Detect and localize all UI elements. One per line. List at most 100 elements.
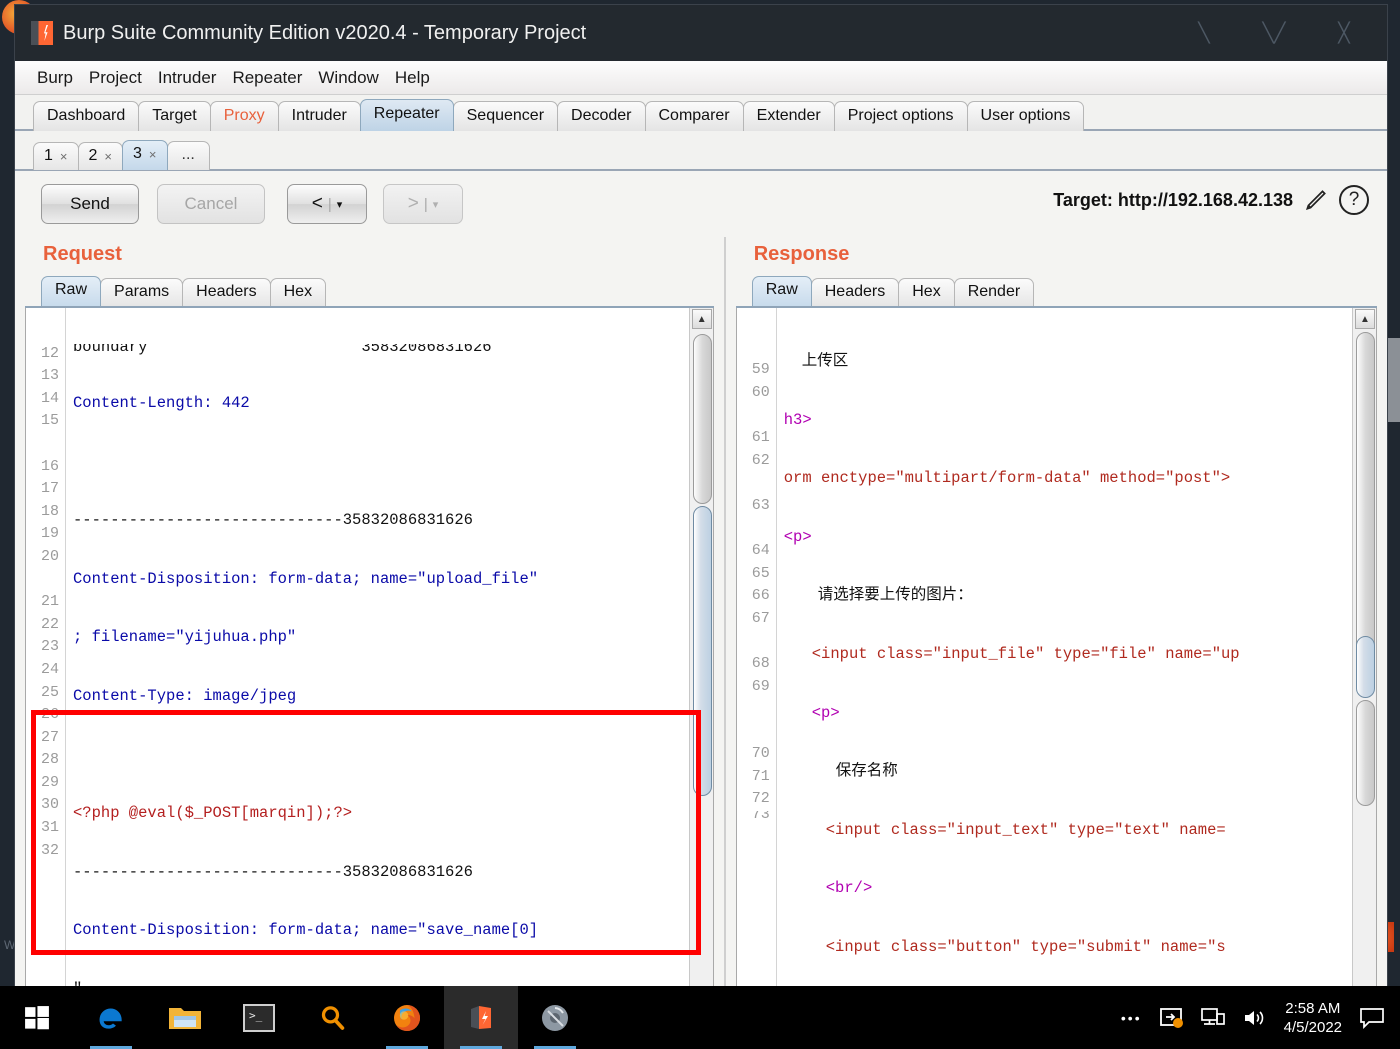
scroll-thumb-upper[interactable] — [692, 334, 712, 504]
taskbar-terminal[interactable]: >_ — [222, 986, 296, 1049]
back-arrow-icon: < — [311, 193, 323, 214]
main-tab-bar: Dashboard Target Proxy Intruder Repeater… — [15, 95, 1387, 131]
back-button[interactable]: < | ▾ — [287, 184, 367, 224]
tab-repeater[interactable]: Repeater — [359, 99, 454, 131]
close-button[interactable]: ╳ — [1329, 23, 1359, 45]
response-vertical-scrollbar[interactable]: ▲ ▼ — [1352, 308, 1376, 1049]
clock[interactable]: 2:58 AM 4/5/2022 — [1284, 999, 1342, 1037]
request-vertical-scrollbar[interactable]: ▲ ▼ — [688, 308, 713, 1049]
menu-item-help[interactable]: Help — [395, 68, 430, 88]
tab-user-options[interactable]: User options — [966, 101, 1085, 131]
tab-comparer[interactable]: Comparer — [644, 101, 744, 131]
line-number: 68 — [751, 654, 770, 672]
pencil-icon[interactable] — [1303, 187, 1329, 213]
tray-overflow-button[interactable]: ••• — [1121, 1010, 1142, 1026]
help-icon[interactable]: ? — [1339, 185, 1369, 215]
repeater-tab-bar: 1 × 2 × 3 × ... — [15, 131, 1387, 171]
taskbar-disc-app[interactable] — [518, 986, 592, 1049]
request-tab-headers[interactable]: Headers — [182, 278, 271, 306]
request-tab-hex[interactable]: Hex — [269, 278, 327, 306]
sync-icon[interactable] — [1158, 1005, 1184, 1031]
scroll-thumb[interactable] — [1356, 636, 1375, 698]
line-number: 22 — [40, 615, 59, 633]
tab-target[interactable]: Target — [138, 101, 211, 131]
tab-project-options[interactable]: Project options — [833, 101, 968, 131]
repeater-tab-more[interactable]: ... — [166, 141, 210, 170]
tab-intruder[interactable]: Intruder — [277, 101, 361, 131]
tab-proxy[interactable]: Proxy — [209, 101, 279, 131]
response-line: orm enctype="multipart/form-data" method… — [783, 469, 1231, 488]
tab-dashboard[interactable]: Dashboard — [33, 101, 140, 131]
repeater-tab-3[interactable]: 3 × — [122, 140, 168, 170]
svg-text:>_: >_ — [249, 1009, 263, 1022]
response-tab-render[interactable]: Render — [953, 278, 1035, 306]
burp-logo-icon — [471, 1005, 491, 1029]
request-tab-params[interactable]: Params — [100, 278, 184, 306]
line-number — [737, 721, 770, 744]
menu-item-intruder[interactable]: Intruder — [158, 68, 217, 88]
start-button[interactable] — [0, 986, 74, 1049]
minimize-button[interactable]: ╲ — [1189, 23, 1219, 45]
menu-item-repeater[interactable]: Repeater — [232, 68, 302, 88]
repeater-tab-1[interactable]: 1 × — [33, 142, 79, 170]
close-icon[interactable]: × — [60, 149, 68, 164]
scroll-thumb-upper[interactable] — [1356, 332, 1375, 687]
network-icon[interactable] — [1200, 1006, 1226, 1030]
line-number: 71 — [751, 767, 770, 785]
response-line: <input class="input_text" type="text" na… — [825, 820, 1226, 839]
tab-sequencer[interactable]: Sequencer — [452, 101, 559, 131]
close-icon[interactable]: × — [149, 147, 157, 162]
request-response-panes: Request Raw Params Headers Hex 12 13 14 … — [25, 237, 1377, 1049]
request-line — [73, 451, 689, 474]
line-number: 29 — [40, 773, 59, 791]
response-tab-raw[interactable]: Raw — [751, 276, 812, 306]
line-number: 30 — [40, 796, 59, 814]
taskbar-burp-suite[interactable] — [444, 986, 518, 1049]
scroll-up-icon[interactable]: ▲ — [1355, 309, 1375, 329]
line-number — [737, 517, 770, 540]
taskbar-search[interactable] — [296, 986, 370, 1049]
response-raw-text[interactable]: 上传区 h3> orm enctype="multipart/form-data… — [776, 308, 1352, 1049]
menu-item-window[interactable]: Window — [318, 68, 378, 88]
close-icon[interactable]: × — [104, 149, 112, 164]
tab-decoder[interactable]: Decoder — [557, 101, 646, 131]
line-number: 15 — [40, 412, 59, 430]
request-line: -----------------------------35832086831… — [73, 862, 473, 881]
notification-icon[interactable] — [1358, 1006, 1386, 1030]
edge-browser-icon — [99, 1008, 122, 1029]
response-line: <p> — [811, 703, 840, 722]
request-tab-raw[interactable]: Raw — [41, 276, 102, 306]
line-number: 18 — [40, 502, 59, 520]
repeater-tab-2[interactable]: 2 × — [77, 142, 123, 170]
pane-splitter[interactable] — [714, 237, 736, 1049]
taskbar-firefox[interactable] — [370, 986, 444, 1049]
scroll-thumb[interactable] — [692, 506, 712, 796]
menu-item-project[interactable]: Project — [89, 68, 142, 88]
send-button[interactable]: Send — [41, 184, 139, 224]
maximize-button[interactable]: ╲╱ — [1259, 23, 1289, 45]
line-number: 61 — [751, 428, 770, 446]
response-pane: Response Raw Headers Hex Render 59 60 61… — [735, 237, 1377, 1049]
firefox-icon — [394, 1004, 420, 1031]
response-tab-hex[interactable]: Hex — [898, 278, 955, 306]
line-number: 16 — [40, 457, 59, 475]
tab-extender[interactable]: Extender — [742, 101, 835, 131]
request-raw-text[interactable]: boundary 35832086831626 Content-Length: … — [66, 308, 689, 1049]
scroll-thumb-lower[interactable] — [1356, 700, 1375, 806]
response-line: <br/> — [825, 879, 873, 898]
repeater-toolbar: Send Cancel < | ▾ > | ▾ Target: http://1… — [25, 171, 1377, 237]
response-tab-headers[interactable]: Headers — [810, 278, 900, 306]
line-number: 12 — [40, 344, 59, 362]
scroll-up-icon[interactable]: ▲ — [691, 309, 712, 329]
response-editor[interactable]: 59 60 61 62 63 64 65 66 67 68 69 70 71 7… — [735, 308, 1377, 1049]
request-line — [73, 744, 689, 767]
volume-icon[interactable] — [1242, 1006, 1268, 1030]
line-number: 72 — [751, 790, 770, 808]
request-editor[interactable]: 12 13 14 15 16 17 18 19 20 21 22 23 24 2… — [25, 308, 714, 1049]
line-number: 73 — [751, 811, 770, 822]
taskbar-file-explorer[interactable] — [148, 986, 222, 1049]
taskbar-edge[interactable] — [74, 986, 148, 1049]
windows-logo-icon — [25, 1005, 49, 1029]
chevron-down-icon[interactable]: ▾ — [337, 198, 343, 211]
menu-item-burp[interactable]: Burp — [37, 68, 73, 88]
